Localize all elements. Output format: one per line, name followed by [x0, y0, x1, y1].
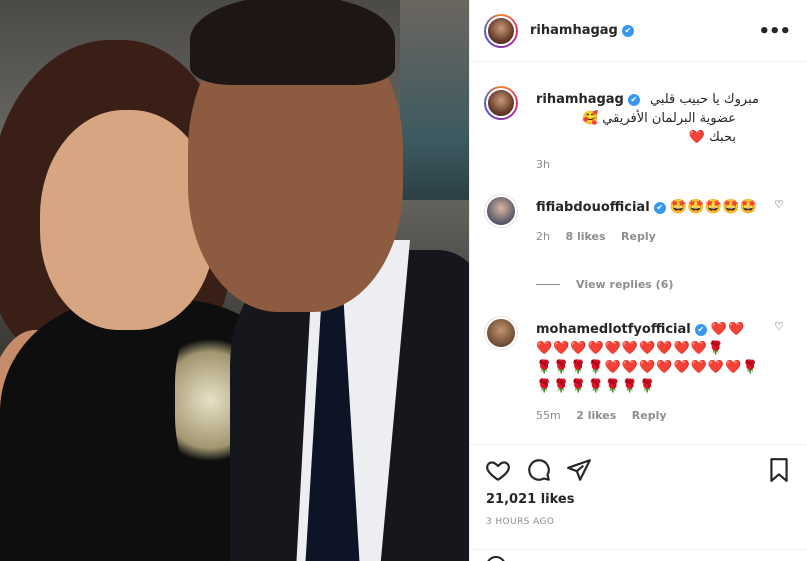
caption-body: rihamhagag ✔ مبروك يا حبيب قلبي عضوية الب…	[536, 90, 784, 174]
post-photo[interactable]	[0, 0, 469, 561]
commenter-avatar[interactable]	[484, 194, 518, 228]
save-bookmark-icon[interactable]	[766, 457, 792, 483]
replies-divider	[536, 284, 560, 285]
post-sidebar: rihamhagag ✔ ••• rihamhagag ✔ مبروك يا حب…	[469, 0, 807, 561]
comment-time[interactable]: 55m	[536, 409, 561, 422]
comment-reply-button[interactable]: Reply	[621, 230, 656, 243]
verified-icon: ✔	[653, 201, 666, 214]
like-heart-icon[interactable]	[485, 457, 511, 483]
comment-like-icon[interactable]: ♡	[774, 198, 784, 211]
view-replies-button[interactable]: View replies (6)	[536, 278, 673, 291]
author-avatar[interactable]	[484, 13, 518, 48]
caption-avatar[interactable]	[484, 86, 518, 120]
comment-item: fifiabdouofficial ✔ 🤩🤩🤩🤩🤩 2h 8 likes Repl…	[484, 194, 794, 274]
comment-time[interactable]: 2h	[536, 230, 550, 243]
comment-body: fifiabdouofficial ✔ 🤩🤩🤩🤩🤩 2h 8 likes Repl…	[536, 198, 784, 246]
add-comment-bar	[470, 549, 807, 561]
likes-count[interactable]: 21,021 likes	[486, 492, 574, 507]
comment-text-line2: ❤️❤️❤️❤️❤️❤️❤️❤️❤️❤️🌹	[536, 341, 726, 356]
comment-username[interactable]: fifiabdouofficial	[536, 200, 650, 215]
more-options-icon[interactable]: •••	[758, 21, 791, 42]
verified-icon: ✔	[621, 24, 634, 37]
comment-body: mohamedlotfyofficial ✔ ❤️❤️ ❤️❤️❤️❤️❤️❤️❤…	[536, 320, 784, 425]
comment-text-line3: 🌹🌹🌹🌹❤️❤️❤️❤️❤️❤️❤️❤️🌹	[536, 360, 760, 375]
emoji-smiley-icon[interactable]	[486, 556, 506, 561]
caption-username[interactable]: rihamhagag	[536, 92, 624, 107]
author-username[interactable]: rihamhagag	[530, 23, 618, 38]
comment-username[interactable]: mohamedlotfyofficial	[536, 322, 691, 337]
caption-time[interactable]: 3h	[536, 158, 550, 171]
commenter-avatar[interactable]	[484, 316, 518, 350]
verified-icon: ✔	[627, 93, 640, 106]
caption-line3: بحبك ❤️	[688, 130, 736, 145]
verified-icon: ✔	[694, 323, 707, 336]
man-hair	[190, 0, 395, 85]
share-send-icon[interactable]	[566, 457, 592, 483]
comment-like-icon[interactable]: ♡	[774, 320, 784, 333]
post-timestamp[interactable]: 3 HOURS AGO	[486, 517, 554, 527]
comment-text: 🤩🤩🤩🤩🤩	[669, 199, 757, 215]
comment-bubble-icon[interactable]	[526, 457, 552, 483]
comment-text-line4: 🌹🌹🌹🌹🌹🌹🌹	[536, 379, 657, 394]
view-replies-label: View replies (6)	[576, 278, 674, 291]
caption-line2: عضوية البرلمان الأفريقي 🥰	[581, 111, 736, 126]
background-crowd	[400, 0, 469, 200]
comment-likes[interactable]: 8 likes	[565, 230, 605, 243]
caption: rihamhagag ✔ مبروك يا حبيب قلبي عضوية الب…	[484, 86, 794, 176]
comment-item: mohamedlotfyofficial ✔ ❤️❤️ ❤️❤️❤️❤️❤️❤️❤…	[484, 316, 794, 426]
comment-text-line1: ❤️❤️	[710, 322, 746, 337]
comment-likes[interactable]: 2 likes	[576, 409, 616, 422]
action-bar: 21,021 likes 3 HOURS AGO	[470, 444, 807, 561]
caption-line1: مبروك يا حبيب قلبي	[650, 92, 759, 107]
post-header: rihamhagag ✔ •••	[470, 0, 807, 62]
comment-reply-button[interactable]: Reply	[632, 409, 667, 422]
